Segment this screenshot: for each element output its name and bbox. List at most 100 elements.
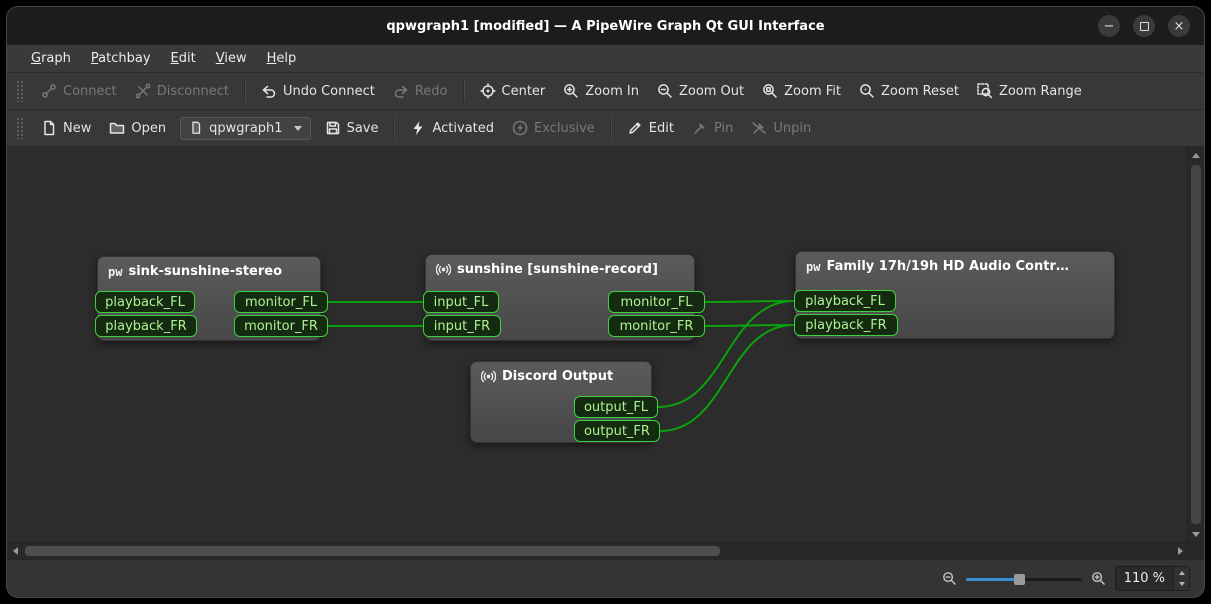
edit-button[interactable]: Edit [619, 115, 682, 141]
zoom-slider[interactable] [966, 572, 1082, 586]
zoom-range-icon [977, 83, 993, 99]
spin-up-button[interactable] [1174, 567, 1189, 579]
port-output-monitor-fl[interactable]: monitor_FL [234, 291, 328, 313]
menu-patchbay[interactable]: Patchbay [81, 46, 161, 71]
arrow-down-icon [1179, 582, 1185, 586]
spin-buttons [1173, 567, 1189, 590]
zoom-reset-button[interactable]: Zoom Reset [851, 78, 967, 104]
redo-button[interactable]: Redo [385, 78, 456, 104]
node-header: pw Family 17h/19h HD Audio Contr… [796, 252, 1114, 281]
titlebar[interactable]: qpwgraph1 [modified] — A PipeWire Graph … [7, 7, 1204, 45]
port-output-fr[interactable]: output_FR [574, 420, 660, 442]
button-label: Connect [63, 84, 117, 99]
arrow-left-icon [13, 547, 18, 555]
zoom-slider-fill [966, 578, 1018, 581]
connect-button[interactable]: Connect [33, 78, 125, 104]
arrow-right-icon [1178, 547, 1183, 555]
statusbar: 110 % [7, 559, 1204, 597]
audio-stream-icon [436, 262, 451, 277]
zoom-in-button[interactable]: Zoom In [555, 78, 647, 104]
folder-open-icon [109, 120, 125, 136]
minimize-icon: − [1104, 19, 1115, 34]
vertical-scrollbar[interactable] [1187, 147, 1204, 542]
zoom-range-button[interactable]: Zoom Range [969, 78, 1090, 104]
save-button[interactable]: Save [317, 115, 387, 141]
port-input-fr[interactable]: input_FR [423, 315, 501, 337]
scroll-left-button[interactable] [7, 543, 23, 559]
zoom-fit-button[interactable]: Zoom Fit [754, 78, 849, 104]
zoom-out-button[interactable]: Zoom Out [649, 78, 752, 104]
activated-button[interactable]: Activated [402, 115, 502, 141]
zoom-spinbox[interactable]: 110 % [1115, 566, 1190, 591]
button-label: Zoom In [585, 84, 639, 99]
port-output-monitor-fl[interactable]: monitor_FL [608, 291, 705, 313]
port-input-playback-fr[interactable]: playback_FR [794, 314, 898, 336]
horizontal-scrollbar[interactable] [7, 543, 1188, 559]
toolbar-drag-handle[interactable] [16, 117, 24, 139]
zoom-slider-handle[interactable] [1014, 574, 1025, 585]
horizontal-scroll-thumb[interactable] [25, 546, 720, 556]
maximize-icon [1140, 22, 1149, 31]
zoom-value[interactable]: 110 % [1116, 567, 1173, 590]
button-label: New [63, 121, 91, 136]
new-button[interactable]: New [33, 115, 99, 141]
disconnect-button[interactable]: Disconnect [127, 78, 237, 104]
exclusive-button[interactable]: Exclusive [504, 115, 603, 141]
node-title: sunshine [sunshine-record] [457, 262, 658, 277]
scroll-down-button[interactable] [1188, 526, 1204, 542]
arrow-down-icon [1192, 532, 1200, 537]
zoom-out-icon [657, 83, 673, 99]
button-label: Exclusive [534, 121, 595, 136]
button-label: Edit [649, 121, 674, 136]
port-output-monitor-fr[interactable]: monitor_FR [234, 315, 328, 337]
port-output-fl[interactable]: output_FL [574, 396, 658, 418]
node-title: Family 17h/19h HD Audio Contr… [826, 259, 1068, 274]
zoom-in-indicator[interactable] [1091, 571, 1106, 586]
spin-down-button[interactable] [1174, 579, 1189, 591]
menu-view[interactable]: View [206, 46, 257, 71]
save-icon [325, 120, 341, 136]
toolbar-drag-handle[interactable] [16, 80, 24, 102]
port-output-monitor-fr[interactable]: monitor_FR [608, 315, 705, 337]
graph-canvas[interactable]: pw sink-sunshine-stereo playback_FL play… [7, 147, 1187, 542]
port-input-fl[interactable]: input_FL [423, 291, 499, 313]
zoom-out-indicator[interactable] [942, 571, 957, 586]
center-button[interactable]: Center [472, 78, 554, 104]
menu-graph[interactable]: Graph [21, 46, 81, 71]
connect-icon [41, 83, 57, 99]
zoom-in-icon [563, 83, 579, 99]
button-label: Redo [415, 84, 448, 99]
patchbay-file-combobox[interactable]: qpwgraph1 [180, 117, 310, 140]
close-button[interactable]: × [1168, 15, 1190, 37]
button-label: Center [502, 84, 546, 99]
open-button[interactable]: Open [101, 115, 174, 141]
zoom-in-icon [1091, 571, 1106, 586]
unpin-button[interactable]: Unpin [743, 115, 819, 141]
node-discord-output[interactable]: Discord Output output_FL output_FR [470, 361, 652, 443]
menu-help[interactable]: Help [257, 46, 307, 71]
arrow-up-icon [1192, 153, 1200, 158]
scrollbar-corner [1188, 543, 1204, 559]
lightning-circle-icon [512, 120, 528, 136]
maximize-button[interactable] [1133, 15, 1155, 37]
node-header: Discord Output [471, 362, 651, 391]
menu-edit[interactable]: Edit [161, 46, 206, 71]
node-family-hd-audio-controller[interactable]: pw Family 17h/19h HD Audio Contr… playba… [795, 251, 1115, 339]
undo-connect-button[interactable]: Undo Connect [253, 78, 383, 104]
scroll-right-button[interactable] [1172, 543, 1188, 559]
button-label: Open [131, 121, 166, 136]
minimize-button[interactable]: − [1098, 15, 1120, 37]
button-label: Pin [714, 121, 733, 136]
vertical-scroll-thumb[interactable] [1191, 165, 1201, 524]
document-icon [189, 121, 203, 135]
graph-toolbar: Connect Disconnect Undo Connect Redo [7, 73, 1204, 110]
port-input-playback-fl[interactable]: playback_FL [794, 290, 896, 312]
pin-button[interactable]: Pin [684, 115, 741, 141]
button-label: Zoom Reset [881, 84, 959, 99]
pushpin-icon [692, 120, 708, 136]
port-input-playback-fr[interactable]: playback_FR [95, 315, 197, 337]
node-sink-sunshine-stereo[interactable]: pw sink-sunshine-stereo playback_FL play… [97, 256, 321, 341]
node-sunshine-record[interactable]: sunshine [sunshine-record] input_FL inpu… [425, 254, 695, 341]
port-input-playback-fl[interactable]: playback_FL [95, 291, 195, 313]
scroll-up-button[interactable] [1188, 147, 1204, 163]
